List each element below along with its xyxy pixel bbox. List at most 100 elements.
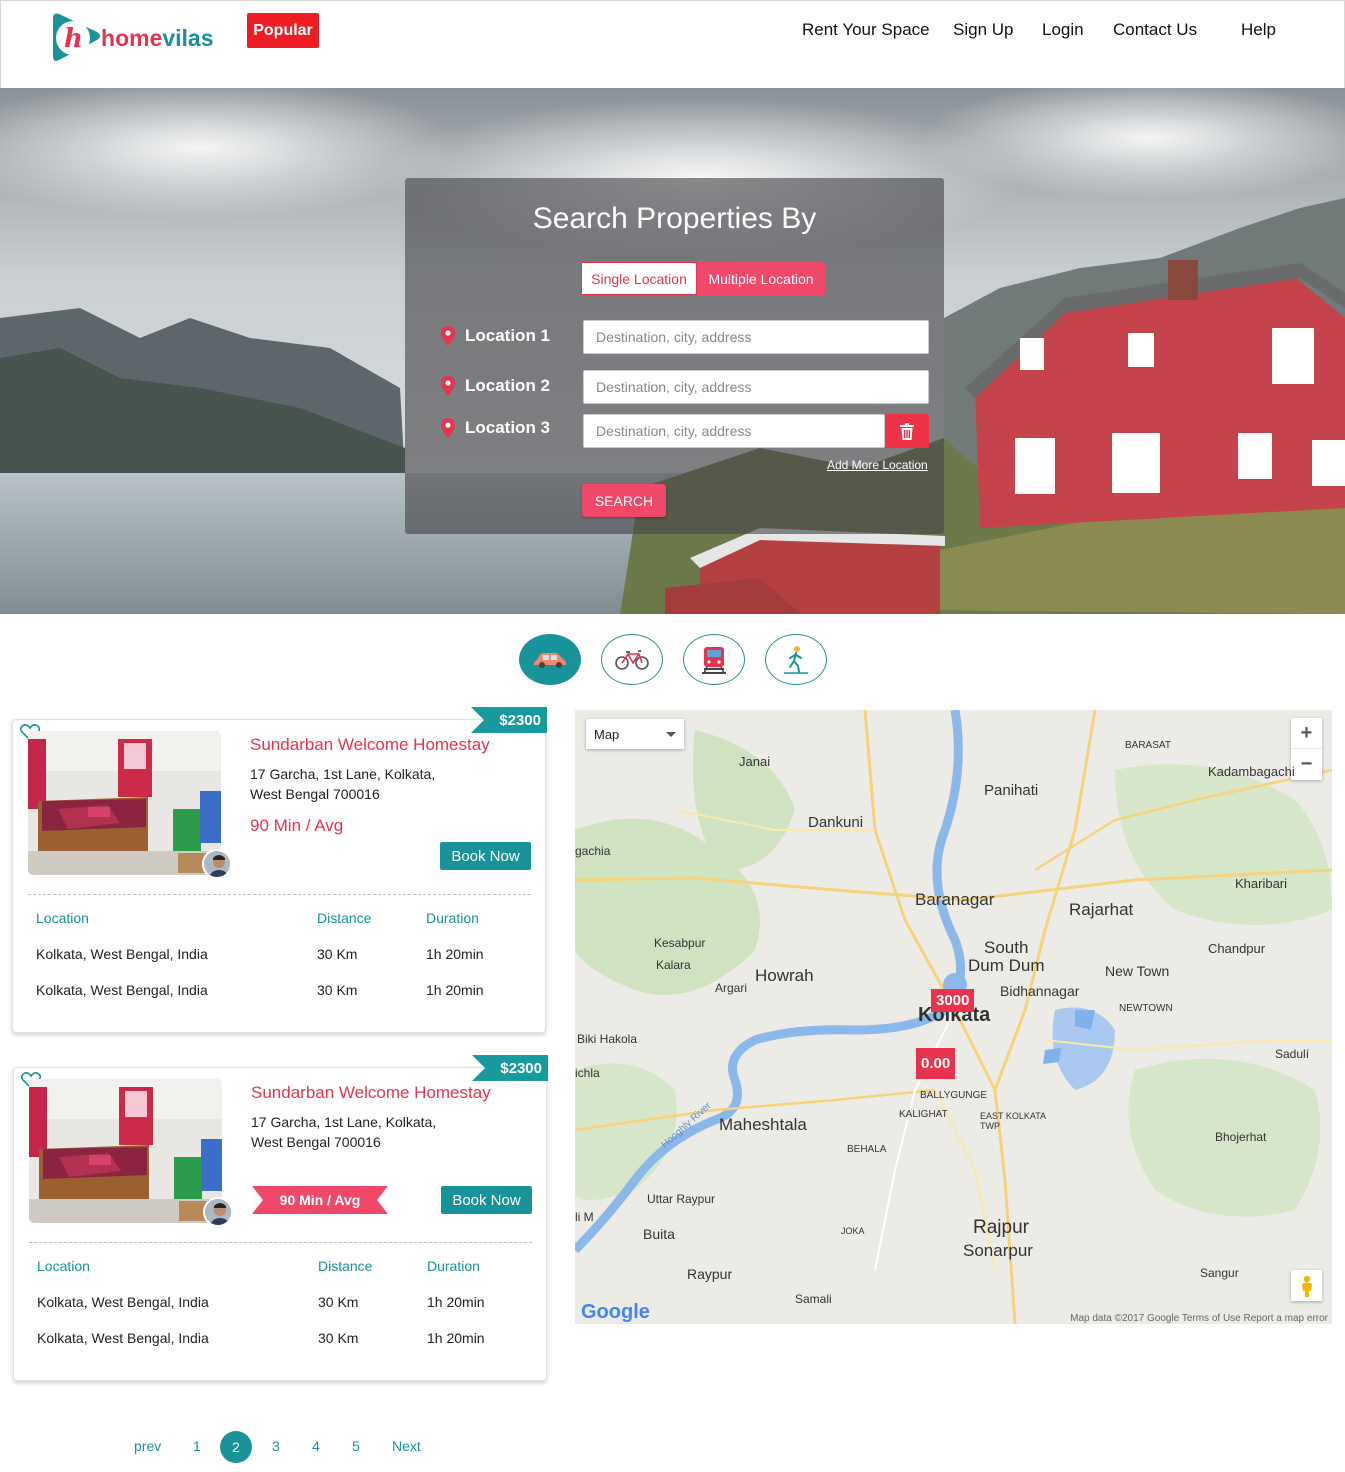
col-duration-header: Duration <box>427 1258 480 1274</box>
card-divider <box>29 1242 532 1243</box>
map-place-label: Sadulí <box>1275 1047 1310 1061</box>
map-place-label: ichla <box>575 1066 600 1080</box>
map-pin-icon <box>441 326 455 346</box>
row-location: Kolkata, West Bengal, India <box>36 982 208 998</box>
search-panel: Search Properties By Single Location Mul… <box>405 178 944 534</box>
zoom-in-button[interactable]: + <box>1291 718 1322 749</box>
map-place-label: Bhojerhat <box>1215 1130 1267 1144</box>
row-distance: 30 Km <box>317 946 358 962</box>
single-location-tab[interactable]: Single Location <box>581 262 697 295</box>
map-place-label: Sonarpur <box>963 1241 1033 1260</box>
row-location: Kolkata, West Bengal, India <box>37 1294 209 1310</box>
listing-photo[interactable] <box>29 1079 222 1223</box>
multiple-location-tab[interactable]: Multiple Location <box>697 262 825 295</box>
map-place-label: Bidhannagar <box>1000 983 1080 999</box>
map-place-label: Uttar Raypur <box>647 1192 716 1206</box>
map-place-label: Argari <box>715 981 748 995</box>
page-3-link[interactable]: 3 <box>272 1438 280 1454</box>
host-photo <box>204 851 230 877</box>
map-place-label: EAST KOLKATA TWP <box>980 1111 1046 1131</box>
site-header: h homevilas Popular Rent Your Space Sign… <box>0 0 1345 88</box>
row-location: Kolkata, West Bengal, India <box>36 946 208 962</box>
map-place-label: BEHALA <box>847 1144 887 1155</box>
listing-photo[interactable] <box>28 731 221 875</box>
row-duration: 1h 20min <box>426 982 484 998</box>
nav-login[interactable]: Login <box>1042 20 1084 40</box>
google-logo: Google <box>581 1301 650 1323</box>
trash-icon <box>900 422 914 440</box>
host-avatar[interactable] <box>203 1197 233 1227</box>
map-pin-icon <box>441 376 455 396</box>
popular-button[interactable]: Popular <box>247 13 319 48</box>
listing-card[interactable]: $2300 Sundarban Welcome Homestay 17 Garc… <box>12 707 547 1033</box>
page-2-link[interactable]: 2 <box>220 1431 252 1463</box>
location-3-input[interactable] <box>583 414 885 448</box>
map-place-label: Biki Hakola <box>577 1032 638 1046</box>
nav-help[interactable]: Help <box>1241 20 1276 40</box>
zoom-out-button[interactable]: − <box>1291 749 1322 780</box>
map-place-label: JOKA <box>841 1226 865 1236</box>
next-page-link[interactable]: Next <box>392 1438 421 1454</box>
map-place-label: BALLYGUNGE <box>920 1090 988 1101</box>
search-button[interactable]: SEARCH <box>582 484 666 517</box>
listing-card[interactable]: $2300 Sundarban Welcome Homestay 17 Garc… <box>13 1055 548 1381</box>
map-place-label: Maheshtala <box>719 1115 807 1134</box>
location-1-input[interactable] <box>583 320 929 354</box>
pegman-icon <box>1301 1275 1312 1297</box>
walking-icon <box>784 645 808 674</box>
mode-bicycle-button[interactable] <box>601 634 663 685</box>
map-footer[interactable]: Map data ©2017 Google Terms of Use Repor… <box>1070 1313 1328 1324</box>
book-now-button[interactable]: Book Now <box>441 1186 532 1214</box>
map-pin-icon <box>441 418 455 438</box>
map-price-marker[interactable]: 0.00 <box>916 1048 956 1079</box>
price-badge: $2300 <box>471 707 547 733</box>
page-5-link[interactable]: 5 <box>352 1438 360 1454</box>
map-view[interactable]: Map + − Janai Dankuni Panihati BARASAT K… <box>575 710 1332 1324</box>
mode-car-button[interactable] <box>519 634 581 685</box>
map-place-label: New Town <box>1105 963 1170 979</box>
col-distance-header: Distance <box>318 1258 373 1274</box>
map-place-label: Baranagar <box>915 890 995 909</box>
map-place-label: Samali <box>795 1292 832 1306</box>
map-place-label: li M <box>575 1210 594 1224</box>
map-place-label: Dum Dum <box>968 956 1045 975</box>
col-location-header: Location <box>36 910 89 926</box>
book-now-button[interactable]: Book Now <box>440 842 531 870</box>
location-mode-toggle: Single Location Multiple Location <box>581 262 825 295</box>
nav-contact-us[interactable]: Contact Us <box>1113 20 1197 40</box>
row-location: Kolkata, West Bengal, India <box>37 1330 209 1346</box>
location-3-label: Location 3 <box>441 418 581 438</box>
card-divider <box>28 894 531 895</box>
location-2-input[interactable] <box>583 370 929 404</box>
mode-walking-button[interactable] <box>765 634 827 685</box>
map-place-label: Rajpur <box>973 1217 1029 1238</box>
listing-address: 17 Garcha, 1st Lane, Kolkata, West Benga… <box>251 1114 437 1150</box>
map-price-marker[interactable]: 3000 <box>931 989 975 1012</box>
col-location-header: Location <box>37 1258 90 1274</box>
car-icon <box>534 652 566 668</box>
mode-train-button[interactable] <box>683 634 745 685</box>
homevilas-logo[interactable]: h homevilas <box>47 9 217 67</box>
bedroom-photo <box>28 731 221 875</box>
prev-page-link[interactable]: prev <box>134 1438 161 1454</box>
listing-title[interactable]: Sundarban Welcome Homestay <box>251 1083 491 1103</box>
zoom-controls: + − <box>1291 718 1322 780</box>
price-badge: $2300 <box>472 1055 548 1081</box>
page-4-link[interactable]: 4 <box>312 1438 320 1454</box>
map-type-select[interactable]: Map <box>586 719 684 749</box>
host-avatar[interactable] <box>202 849 232 879</box>
listing-title[interactable]: Sundarban Welcome Homestay <box>250 735 490 755</box>
map-place-label: Kadambagachi <box>1208 764 1295 779</box>
map-place-label: BARASAT <box>1125 740 1171 751</box>
map-place-label: NEWTOWN <box>1119 1003 1173 1014</box>
delete-location-button[interactable] <box>885 414 929 448</box>
page-1-link[interactable]: 1 <box>193 1438 201 1454</box>
row-duration: 1h 20min <box>427 1330 485 1346</box>
map-place-label: Kesabpur <box>654 936 706 950</box>
listing-avg-badge: 90 Min / Avg <box>252 1186 388 1214</box>
row-duration: 1h 20min <box>427 1294 485 1310</box>
nav-rent-your-space[interactable]: Rent Your Space <box>802 20 930 40</box>
nav-sign-up[interactable]: Sign Up <box>953 20 1013 40</box>
street-view-pegman-icon[interactable] <box>1291 1270 1322 1301</box>
add-more-location-link[interactable]: Add More Location <box>827 458 928 472</box>
